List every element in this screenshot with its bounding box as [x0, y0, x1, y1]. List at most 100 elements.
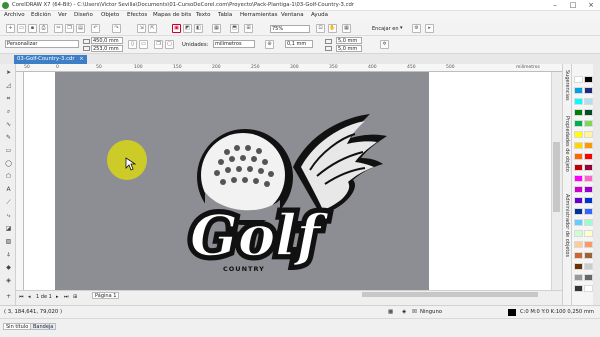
shape-tool-icon[interactable]: ◿	[4, 81, 13, 90]
palette-swatch[interactable]	[574, 87, 583, 94]
menu-efectos[interactable]: Efectos	[127, 12, 147, 18]
last-page-icon[interactable]: ⏭	[64, 294, 69, 300]
welcome-screen-icon[interactable]: ◧	[194, 24, 203, 33]
palette-swatch[interactable]	[584, 208, 593, 215]
import-icon[interactable]: ⇲	[137, 24, 146, 33]
open-icon[interactable]: ▭	[17, 24, 26, 33]
palette-swatch[interactable]	[584, 285, 593, 292]
save-icon[interactable]: ▪	[28, 24, 37, 33]
add-tool-icon[interactable]: +	[4, 292, 13, 301]
palette-swatch[interactable]	[584, 131, 593, 138]
palette-swatch[interactable]	[574, 76, 583, 83]
eyedropper-icon[interactable]: ⍋	[4, 250, 13, 259]
paste-icon[interactable]: ▤	[76, 24, 85, 33]
snap-to-label[interactable]: Encajar en	[372, 26, 398, 32]
palette-swatch[interactable]	[584, 197, 593, 204]
export-icon[interactable]: ⇱	[148, 24, 157, 33]
palette-swatch[interactable]	[584, 274, 593, 281]
palette-swatch[interactable]	[584, 87, 593, 94]
palette-swatch[interactable]	[584, 153, 593, 160]
palette-swatch[interactable]	[574, 131, 583, 138]
palette-swatch[interactable]	[574, 197, 583, 204]
vertical-scrollbar-thumb[interactable]	[553, 142, 560, 212]
menu-herramientas[interactable]: Herramientas	[240, 12, 277, 18]
docker-tab-administrador[interactable]: Administrador de objetos	[564, 194, 570, 257]
palette-swatch[interactable]	[574, 153, 583, 160]
settings-icon[interactable]: ⚙	[412, 24, 421, 33]
tray-tab[interactable]: Bandeja	[30, 323, 57, 330]
menu-diseno[interactable]: Diseño	[74, 12, 93, 18]
palette-swatch[interactable]	[574, 164, 583, 171]
palette-swatch[interactable]	[584, 252, 593, 259]
zoom-level-select[interactable]: 75%	[270, 25, 310, 33]
duplicate-x-field[interactable]: 5,0 mm	[336, 37, 362, 44]
copy-icon[interactable]: ❐	[65, 24, 74, 33]
ellipse-tool-icon[interactable]: ◯	[4, 159, 13, 168]
page-preset-select[interactable]: Personalizar	[5, 40, 79, 48]
palette-swatch[interactable]	[584, 109, 593, 116]
redo-icon[interactable]: ↷	[112, 24, 121, 33]
docker-tab-propiedades[interactable]: Propiedades de objeto	[564, 116, 570, 172]
palette-swatch[interactable]	[574, 230, 583, 237]
menu-objeto[interactable]: Objeto	[101, 12, 119, 18]
palette-swatch[interactable]	[584, 164, 593, 171]
palette-swatch[interactable]	[574, 263, 583, 270]
snap-grid-icon[interactable]: ▦	[342, 24, 351, 33]
vertical-ruler[interactable]	[16, 72, 24, 290]
add-page-icon[interactable]: ⊞	[73, 294, 77, 300]
text-tool-icon[interactable]: A	[4, 185, 13, 194]
units-select[interactable]: milímetros	[213, 40, 255, 48]
artistic-media-icon[interactable]: ✎	[4, 133, 13, 142]
parallel-dimension-icon[interactable]: ⟋	[4, 198, 13, 207]
palette-swatch[interactable]	[584, 219, 593, 226]
untitled-tab[interactable]: Sin título	[3, 323, 32, 330]
palette-swatch[interactable]	[574, 142, 583, 149]
docker-tab-sugerencias[interactable]: Sugerencias	[564, 70, 570, 101]
palette-swatch[interactable]	[584, 186, 593, 193]
freehand-tool-icon[interactable]: ∿	[4, 120, 13, 129]
new-icon[interactable]: +	[6, 24, 15, 33]
close-tab-icon[interactable]: ×	[79, 56, 83, 62]
palette-swatch[interactable]	[584, 98, 593, 105]
page-height-field[interactable]: 253,0 mm	[91, 45, 123, 52]
nudge-distance-field[interactable]: 0,1 mm	[285, 40, 313, 48]
document-color-icon[interactable]: ▦	[388, 309, 393, 315]
palette-swatch[interactable]	[574, 219, 583, 226]
transparency-icon[interactable]: ▨	[4, 237, 13, 246]
palette-swatch[interactable]	[584, 175, 593, 182]
smart-fill-icon[interactable]: ◈	[4, 276, 13, 285]
horizontal-ruler[interactable]: 50 0 50 100 150 200 250 300 350 400 450 …	[16, 64, 562, 72]
print-icon[interactable]: ⎙	[39, 24, 48, 33]
palette-swatch[interactable]	[584, 230, 593, 237]
palette-swatch[interactable]	[574, 252, 583, 259]
palette-swatch[interactable]	[574, 109, 583, 116]
interactive-fill-icon[interactable]: ◆	[4, 263, 13, 272]
palette-swatch[interactable]	[574, 274, 583, 281]
drop-shadow-icon[interactable]: ◪	[4, 224, 13, 233]
menu-archivo[interactable]: Archivo	[4, 12, 25, 18]
page-width-field[interactable]: 450,0 mm	[91, 37, 123, 44]
options-icon[interactable]: ⊞	[244, 24, 253, 33]
publish-pdf-icon[interactable]: ▣	[172, 24, 181, 33]
all-pages-icon[interactable]: ❐	[154, 40, 163, 49]
palette-swatch[interactable]	[574, 175, 583, 182]
palette-swatch[interactable]	[584, 76, 593, 83]
duplicate-y-field[interactable]: 5,0 mm	[336, 45, 362, 52]
palette-swatch[interactable]	[574, 208, 583, 215]
chevron-down-icon[interactable]: ▾	[400, 25, 403, 31]
palette-swatch[interactable]	[584, 263, 593, 270]
first-page-icon[interactable]: ⏮	[19, 294, 24, 300]
cut-icon[interactable]: ✂	[54, 24, 63, 33]
page-options-icon[interactable]: ✲	[380, 40, 389, 49]
pick-tool-icon[interactable]: ➤	[4, 68, 13, 77]
portrait-icon[interactable]: ▯	[128, 40, 137, 49]
menu-edicion[interactable]: Edición	[31, 12, 51, 18]
menu-texto[interactable]: Texto	[196, 12, 211, 18]
crop-tool-icon[interactable]: ⌗	[4, 94, 13, 103]
close-button[interactable]: ×	[582, 1, 600, 10]
palette-swatch[interactable]	[584, 142, 593, 149]
hand-icon[interactable]: ✋	[328, 24, 337, 33]
palette-swatch[interactable]	[584, 120, 593, 127]
prev-page-icon[interactable]: ◂	[28, 294, 31, 300]
palette-swatch[interactable]	[584, 241, 593, 248]
